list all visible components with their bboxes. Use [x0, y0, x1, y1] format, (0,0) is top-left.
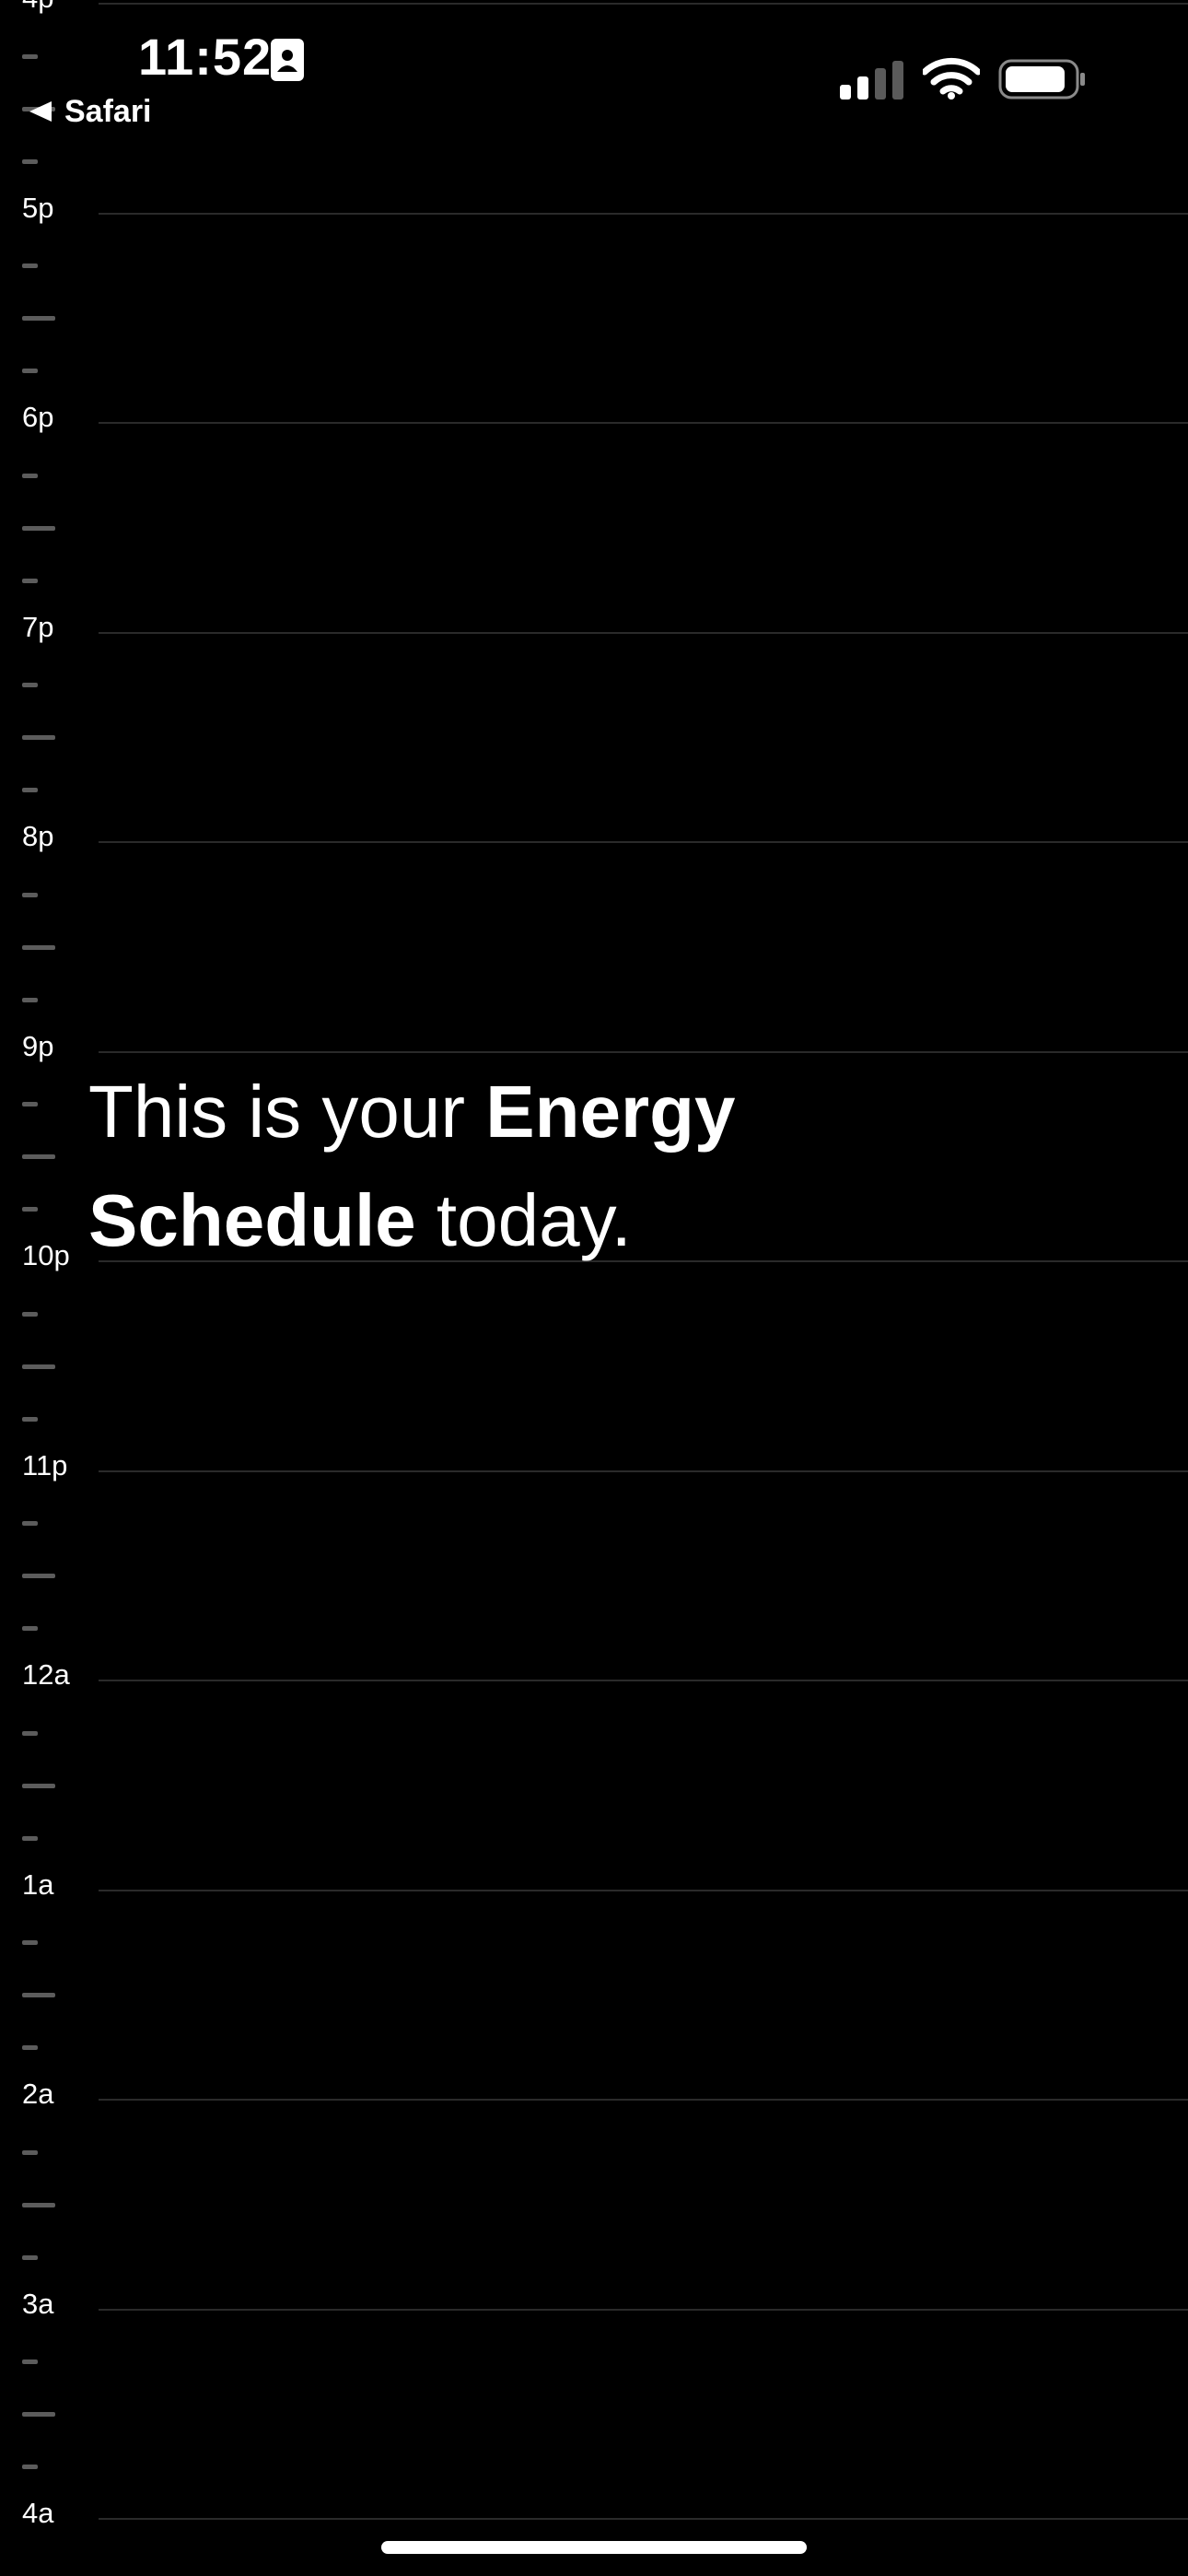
status-bar: 11:52 Safari	[0, 0, 1188, 147]
back-label: Safari	[64, 94, 152, 129]
quarter-hour-tick	[22, 578, 38, 583]
hour-label: 9p	[22, 1029, 54, 1062]
half-hour-tick	[22, 1154, 55, 1160]
half-hour-tick	[22, 2412, 55, 2418]
quarter-hour-tick	[22, 1521, 38, 1527]
hour-label: 6p	[22, 401, 54, 433]
hour-label: 11p	[22, 1448, 68, 1481]
id-badge-icon	[271, 39, 304, 81]
hour-label: 5p	[22, 191, 54, 224]
headline-bold-energy: Energy	[485, 1071, 736, 1153]
half-hour-tick	[22, 1574, 55, 1579]
headline-text-2: today.	[415, 1179, 632, 1261]
back-to-safari-button[interactable]: Safari	[28, 96, 152, 127]
quarter-hour-tick	[22, 1730, 38, 1736]
headline-bold-schedule: Schedule	[88, 1179, 416, 1261]
hour-gridline	[99, 1680, 1188, 1681]
hour-gridline	[99, 2308, 1188, 2311]
status-time: 11:52	[138, 28, 273, 86]
half-hour-tick	[22, 1783, 55, 1788]
home-indicator[interactable]	[381, 2541, 807, 2554]
quarter-hour-tick	[22, 892, 38, 897]
quarter-hour-tick	[22, 369, 38, 374]
hour-gridline	[99, 2518, 1188, 2520]
hour-gridline	[99, 1889, 1188, 1891]
half-hour-tick	[22, 944, 55, 950]
hour-gridline	[99, 2099, 1188, 2101]
quarter-hour-tick	[22, 2149, 38, 2155]
energy-timeline: 4p5p6p7p8p9p10p11p12a1a2a3a4a	[0, 0, 1188, 2576]
quarter-hour-tick	[22, 1102, 38, 1107]
quarter-hour-tick	[22, 1311, 38, 1317]
quarter-hour-tick	[22, 2254, 38, 2260]
hour-label: 1a	[22, 1868, 54, 1901]
quarter-hour-tick	[22, 2359, 38, 2365]
half-hour-tick	[22, 1993, 55, 1998]
hour-gridline	[99, 212, 1188, 215]
back-arrow-icon	[29, 101, 52, 122]
hour-gridline	[99, 1050, 1188, 1053]
hour-label: 7p	[22, 610, 54, 643]
half-hour-tick	[22, 316, 55, 322]
wifi-icon	[923, 57, 980, 100]
hour-gridline	[99, 841, 1188, 843]
hour-label: 10p	[22, 1239, 70, 1271]
quarter-hour-tick	[22, 473, 38, 478]
half-hour-tick	[22, 525, 55, 531]
headline-text-1: This is your	[88, 1071, 486, 1153]
hour-label: 8p	[22, 820, 54, 852]
quarter-hour-tick	[22, 1626, 38, 1632]
hour-gridline	[99, 422, 1188, 424]
quarter-hour-tick	[22, 1940, 38, 1946]
hour-gridline	[99, 1469, 1188, 1472]
quarter-hour-tick	[22, 788, 38, 793]
hour-label: 2a	[22, 2078, 54, 2110]
quarter-hour-tick	[22, 1835, 38, 1841]
quarter-hour-tick	[22, 158, 38, 164]
quarter-hour-tick	[22, 263, 38, 269]
hour-label: 4a	[22, 2497, 54, 2529]
cellular-signal-icon	[840, 61, 903, 100]
hour-label: 3a	[22, 2287, 54, 2320]
quarter-hour-tick	[22, 2045, 38, 2051]
half-hour-tick	[22, 1364, 55, 1369]
quarter-hour-tick	[22, 997, 38, 1002]
quarter-hour-tick	[22, 683, 38, 688]
half-hour-tick	[22, 735, 55, 741]
half-hour-tick	[22, 2202, 55, 2207]
quarter-hour-tick	[22, 1416, 38, 1422]
energy-schedule-headline: This is your Energy Schedule today.	[88, 1058, 917, 1275]
hour-label: 12a	[22, 1658, 70, 1691]
hour-gridline	[99, 631, 1188, 634]
battery-icon	[998, 59, 1085, 100]
quarter-hour-tick	[22, 2465, 38, 2470]
quarter-hour-tick	[22, 1207, 38, 1212]
